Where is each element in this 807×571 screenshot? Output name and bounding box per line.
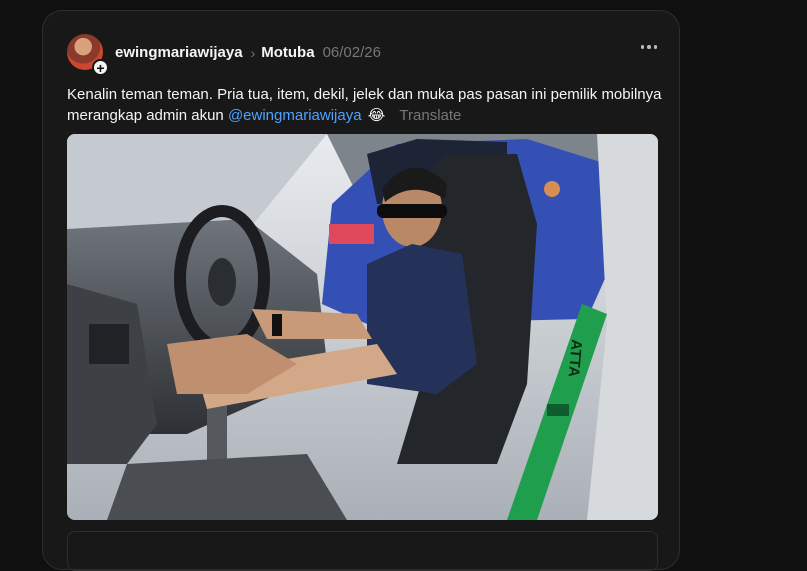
- car-interior-illustration: ATTA: [67, 134, 658, 520]
- post-photo[interactable]: ATTA: [67, 134, 658, 520]
- username-link[interactable]: ewingmariawijaya: [115, 44, 243, 61]
- post-text: Kenalin teman teman. Pria tua, item, dek…: [67, 84, 667, 126]
- post-body-text: Kenalin teman teman. Pria tua, item, dek…: [67, 86, 662, 124]
- chevron-right-icon: ›: [250, 44, 256, 61]
- laughing-emoji: 😂: [367, 107, 386, 124]
- community-link[interactable]: Motuba: [261, 44, 314, 61]
- post-date[interactable]: 06/02/26: [323, 44, 381, 61]
- translate-link[interactable]: Translate: [399, 107, 461, 124]
- more-options-icon[interactable]: [640, 45, 657, 49]
- mention-link[interactable]: @ewingmariawijaya: [228, 107, 362, 124]
- avatar[interactable]: +: [67, 34, 109, 76]
- post-header: ewingmariawijaya › Motuba 06/02/26: [115, 44, 381, 61]
- post-card: + ewingmariawijaya › Motuba 06/02/26 Ken…: [42, 10, 680, 571]
- follow-plus-icon[interactable]: +: [92, 59, 109, 76]
- link-preview-card[interactable]: [67, 531, 658, 571]
- seat-belt-text: ATTA: [565, 339, 585, 378]
